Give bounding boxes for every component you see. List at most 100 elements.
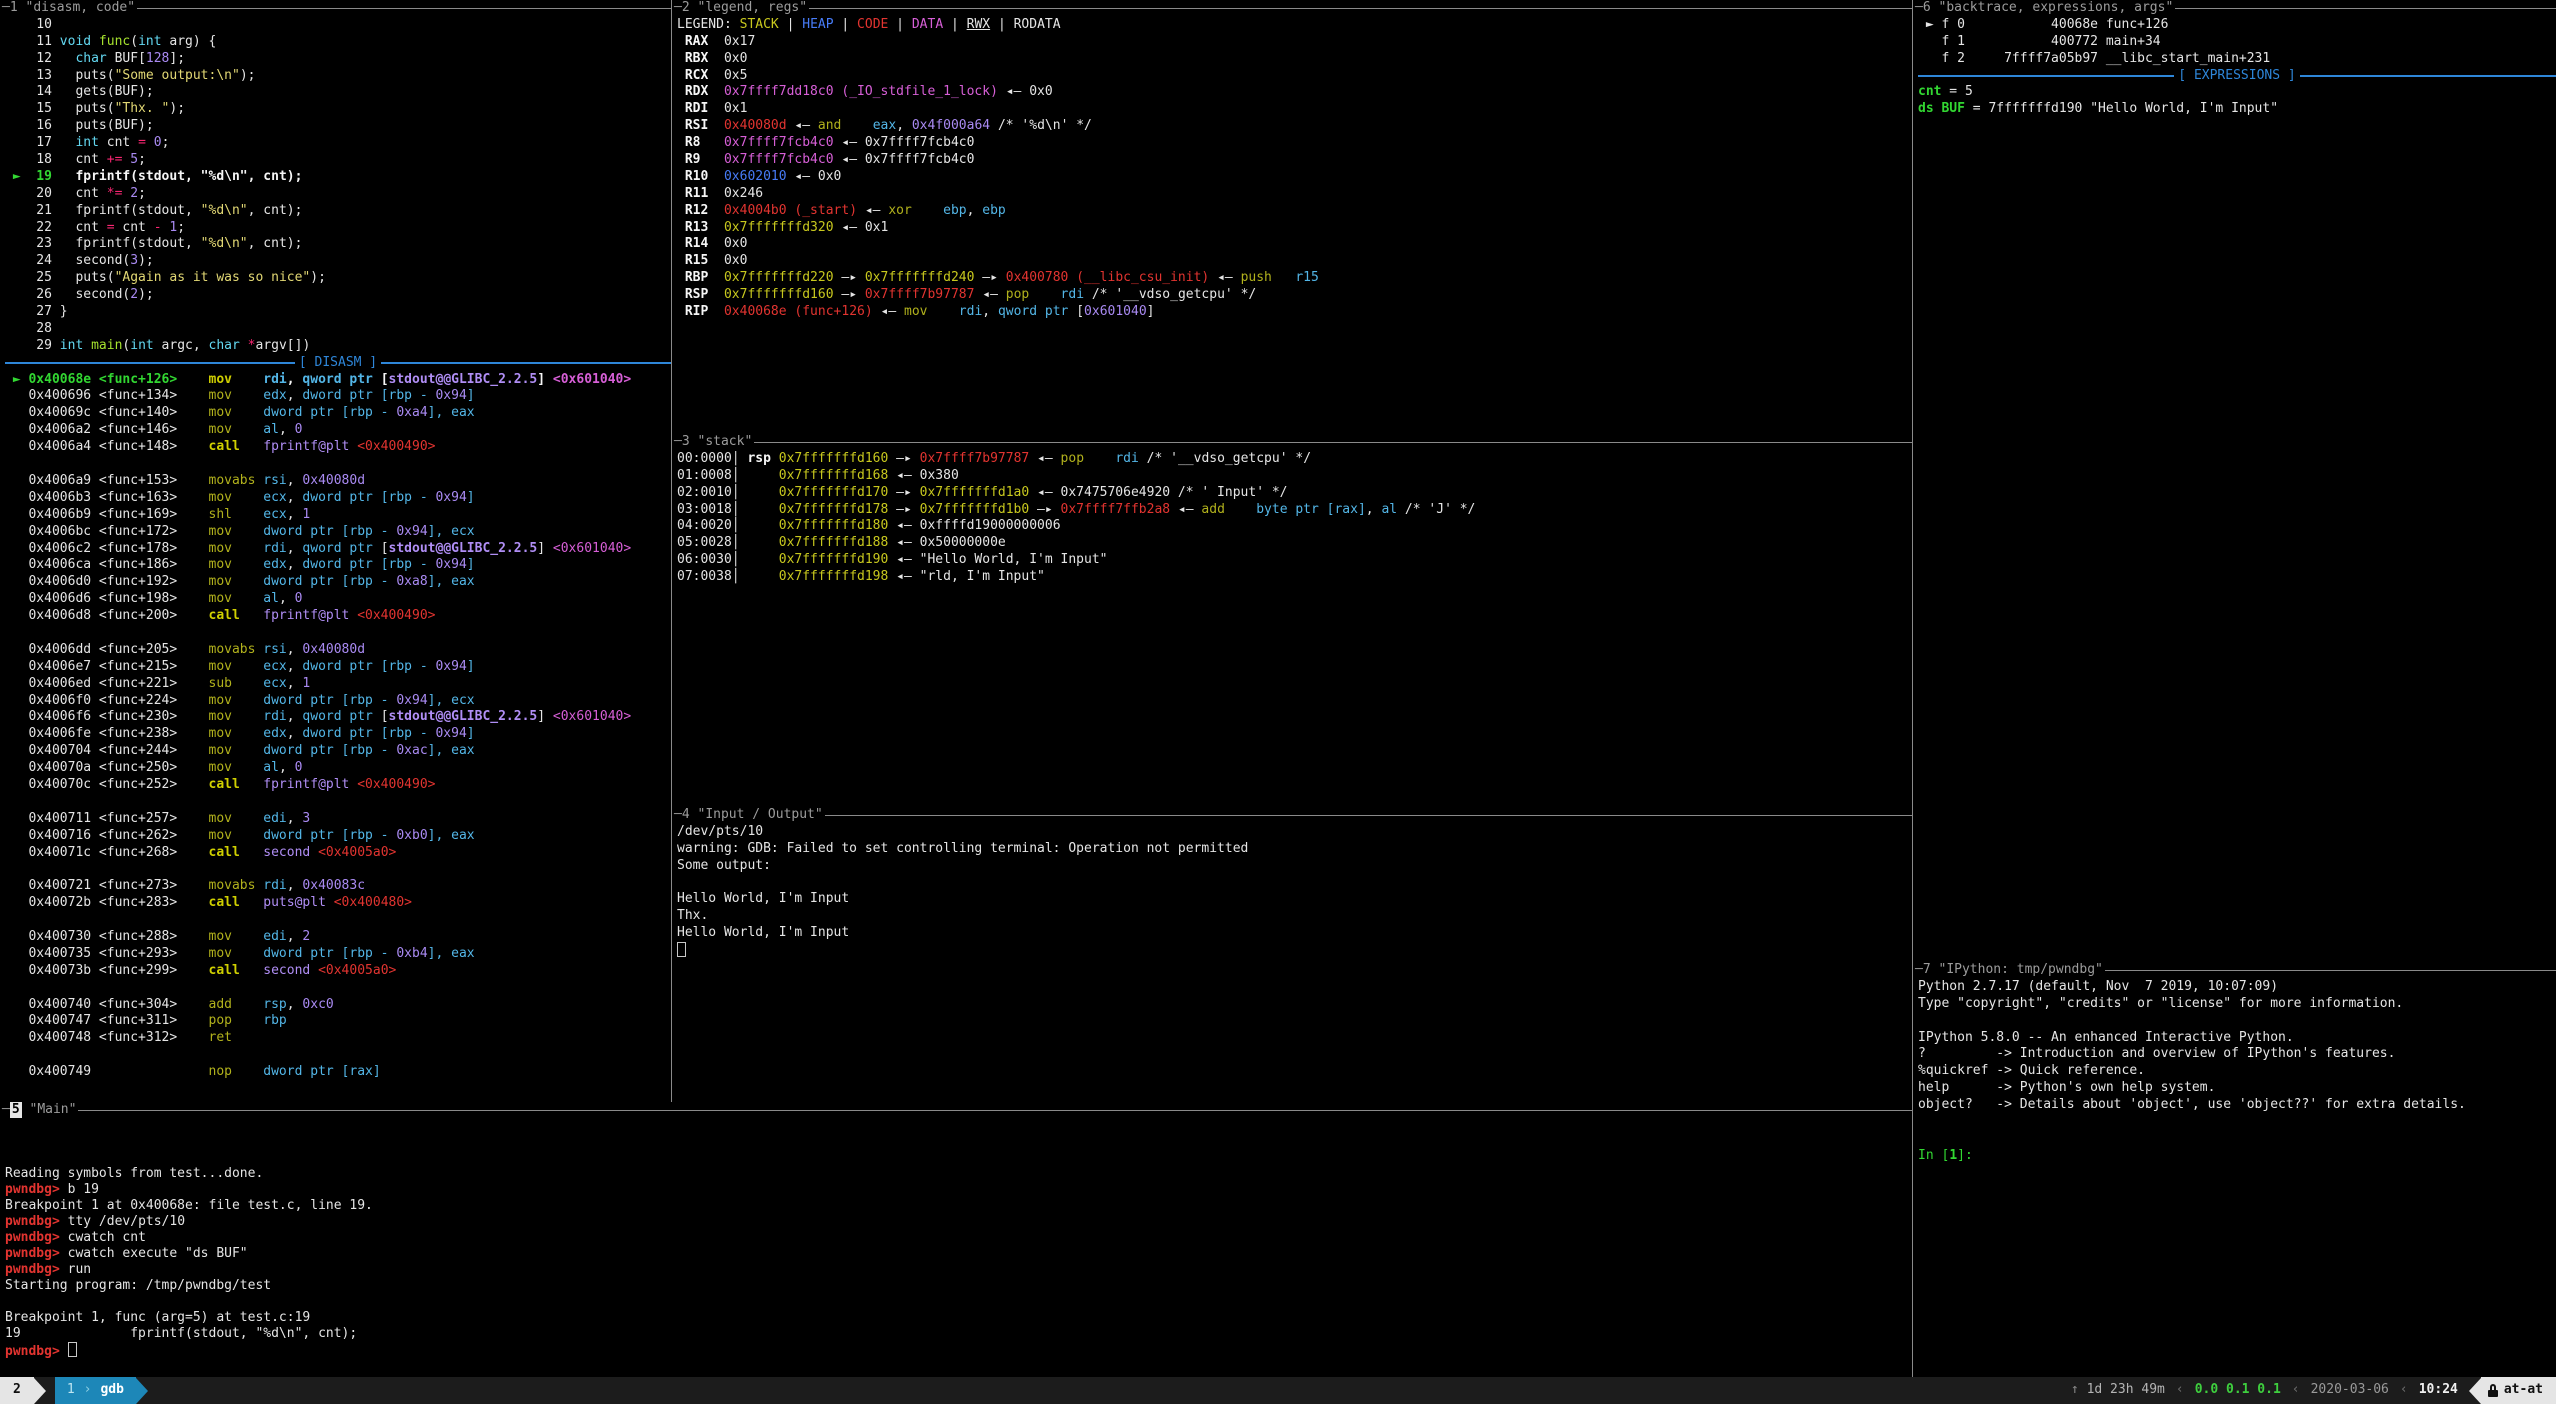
pane-header-ipython: ─7IPython: tmp/pwndbg (1913, 962, 2556, 979)
text-span: Some output: (677, 858, 771, 873)
pane-main-gdb[interactable]: ─5Main Reading symbols from test...done.… (0, 1102, 1912, 1377)
text-span: 0x40070a <func+250> (5, 760, 177, 775)
text-span: byte ptr [rax] (1256, 502, 1366, 517)
text-span: pwndbg> (5, 1214, 68, 1229)
text-span: <0x601040> (553, 709, 631, 724)
pane-number: 3 (682, 434, 690, 451)
text-span: 0x40069c <func+140> (5, 405, 177, 420)
pane-header-input-output: ─4Input / Output (672, 807, 1912, 824)
pane-header-backtrace: ─6backtrace, expressions, args (1913, 0, 2556, 17)
pane-header-disasm-code: ─1disasm, code (0, 0, 671, 17)
text-span: 0x0 (724, 51, 747, 66)
text-span: <0x601040> (553, 372, 631, 387)
terminal-line: 0x4006d8 <func+200> call fprintf@plt <0x… (5, 608, 671, 625)
text-span: al (263, 591, 279, 606)
text-span: STACK (740, 17, 779, 32)
tmux-terminal-screen: ─1disasm, code 10 11 void func(int arg) … (0, 0, 2556, 1404)
text-span: ◂— 0x380 (888, 468, 958, 483)
clock-display: 10:24 (2419, 1382, 2458, 1399)
text-span: —▸ (974, 270, 1005, 285)
terminal-line: 0x400730 <func+288> mov edi, 2 (5, 929, 671, 946)
text-span: "Thx. " (115, 101, 170, 116)
pane-legend-regs[interactable]: ─2legend, regs LEGEND: STACK | HEAP | CO… (671, 0, 1912, 434)
text-span: dword ptr [rbp - (263, 693, 396, 708)
text-span: 0x40070c <func+252> (5, 777, 177, 792)
text-span: 0x7fffffffd220 (724, 270, 834, 285)
pane-number: 6 (1923, 0, 1931, 17)
pane-ipython[interactable]: ─7IPython: tmp/pwndbg Python 2.7.17 (def… (1912, 962, 2556, 1377)
pane-stack[interactable]: ─3stack 00:0000│ rsp 0x7fffffffd160 —▸ 0… (671, 434, 1912, 807)
text-span: , (279, 760, 295, 775)
text-span: run (68, 1262, 91, 1277)
text-span: 0x7fffffffd168 (779, 468, 889, 483)
hostname: at-at (2504, 1382, 2543, 1399)
terminal-line: 0x40069c <func+140> mov dword ptr [rbp -… (5, 405, 671, 422)
text-span: cnt (1918, 84, 1941, 99)
text-span: mov (177, 422, 263, 437)
text-span: —▸ (888, 502, 919, 517)
text-span: <0x601040> (553, 541, 631, 556)
text-span: pwndbg> (5, 1344, 68, 1358)
terminal-line: pwndbg> b 19 (5, 1182, 1912, 1198)
text-span: 0xb4 (396, 946, 427, 961)
text-span: pwndbg> (5, 1182, 68, 1197)
pane-disasm-code[interactable]: ─1disasm, code 10 11 void func(int arg) … (0, 0, 671, 1102)
text-span: , (287, 557, 303, 572)
text-span: ], eax (428, 574, 475, 589)
terminal-line: 0x400711 <func+257> mov edi, 3 (5, 811, 671, 828)
text-span: ◂— (873, 304, 904, 319)
text-span: 1 (1949, 1148, 1957, 1163)
text-span: | (943, 17, 966, 32)
pane-number: 2 (682, 0, 690, 17)
text-span: DATA (912, 17, 943, 32)
text-span: <0x400490> (357, 608, 435, 623)
text-span: dword ptr [rbp - (263, 743, 396, 758)
terminal-line: [ EXPRESSIONS ] (1918, 68, 2556, 85)
text-span: ] (537, 541, 553, 556)
text-span: 0x94 (396, 524, 427, 539)
pane-input-output[interactable]: ─4Input / Output /dev/pts/10warning: GDB… (671, 807, 1912, 1102)
terminal-line: 15 puts("Thx. "); (5, 101, 671, 118)
terminal-line (1918, 1013, 2556, 1030)
text-span: rsp (263, 997, 286, 1012)
text-span: 18 cnt (5, 152, 107, 167)
pane-backtrace-expressions[interactable]: ─6backtrace, expressions, args ► f 0 400… (1912, 0, 2556, 962)
pane-header-stack: ─3stack (672, 434, 1912, 451)
text-span: , (982, 304, 998, 319)
text-span: xor (888, 203, 911, 218)
tmux-session-badge[interactable]: 2 (0, 1377, 34, 1404)
text-span: 0x94 (435, 388, 466, 403)
text-span: dword ptr [rbp - (263, 946, 396, 961)
text-span: 1 (302, 507, 310, 522)
text-span: 0x4006a2 <func+146> (5, 422, 177, 437)
text-span: mov (177, 405, 263, 420)
text-span: , (287, 878, 303, 893)
text-span: 0x4004b0 (_start) (724, 203, 857, 218)
border-rule (2105, 970, 2556, 971)
text-span: - (154, 220, 162, 235)
text-span: | (834, 17, 857, 32)
text-span: mov (177, 591, 263, 606)
terminal-line: 17 int cnt = 0; (5, 135, 671, 152)
tmux-window-tab[interactable]: 1 › gdb (55, 1377, 136, 1404)
thin-separator-icon: ‹ (2400, 1382, 2408, 1399)
text-span: 0 (295, 422, 303, 437)
text-span: 1 (302, 676, 310, 691)
text-span: 0x400730 <func+288> (5, 929, 177, 944)
text-span: 0x40083c (302, 878, 365, 893)
text-span: pwndbg> (5, 1262, 68, 1277)
terminal-line (1918, 1131, 2556, 1148)
terminal-line: 27 } (5, 304, 671, 321)
terminal-line: 0x400749 nop dword ptr [rax] (5, 1064, 671, 1081)
text-span: fprintf@plt (263, 777, 357, 792)
text-span (927, 304, 958, 319)
text-span: ], ecx (428, 524, 475, 539)
text-span: R12 (677, 203, 724, 218)
text-span: "Again as it was so nice" (115, 270, 311, 285)
text-span: 0x4006ca <func+186> (5, 557, 177, 572)
text-span (1272, 270, 1295, 285)
text-span: add (1201, 502, 1224, 517)
text-span: ► 0x40068e <func+126> (5, 372, 177, 387)
text-span: dword ptr [rbp - (263, 828, 396, 843)
section-divider (1918, 75, 2174, 77)
